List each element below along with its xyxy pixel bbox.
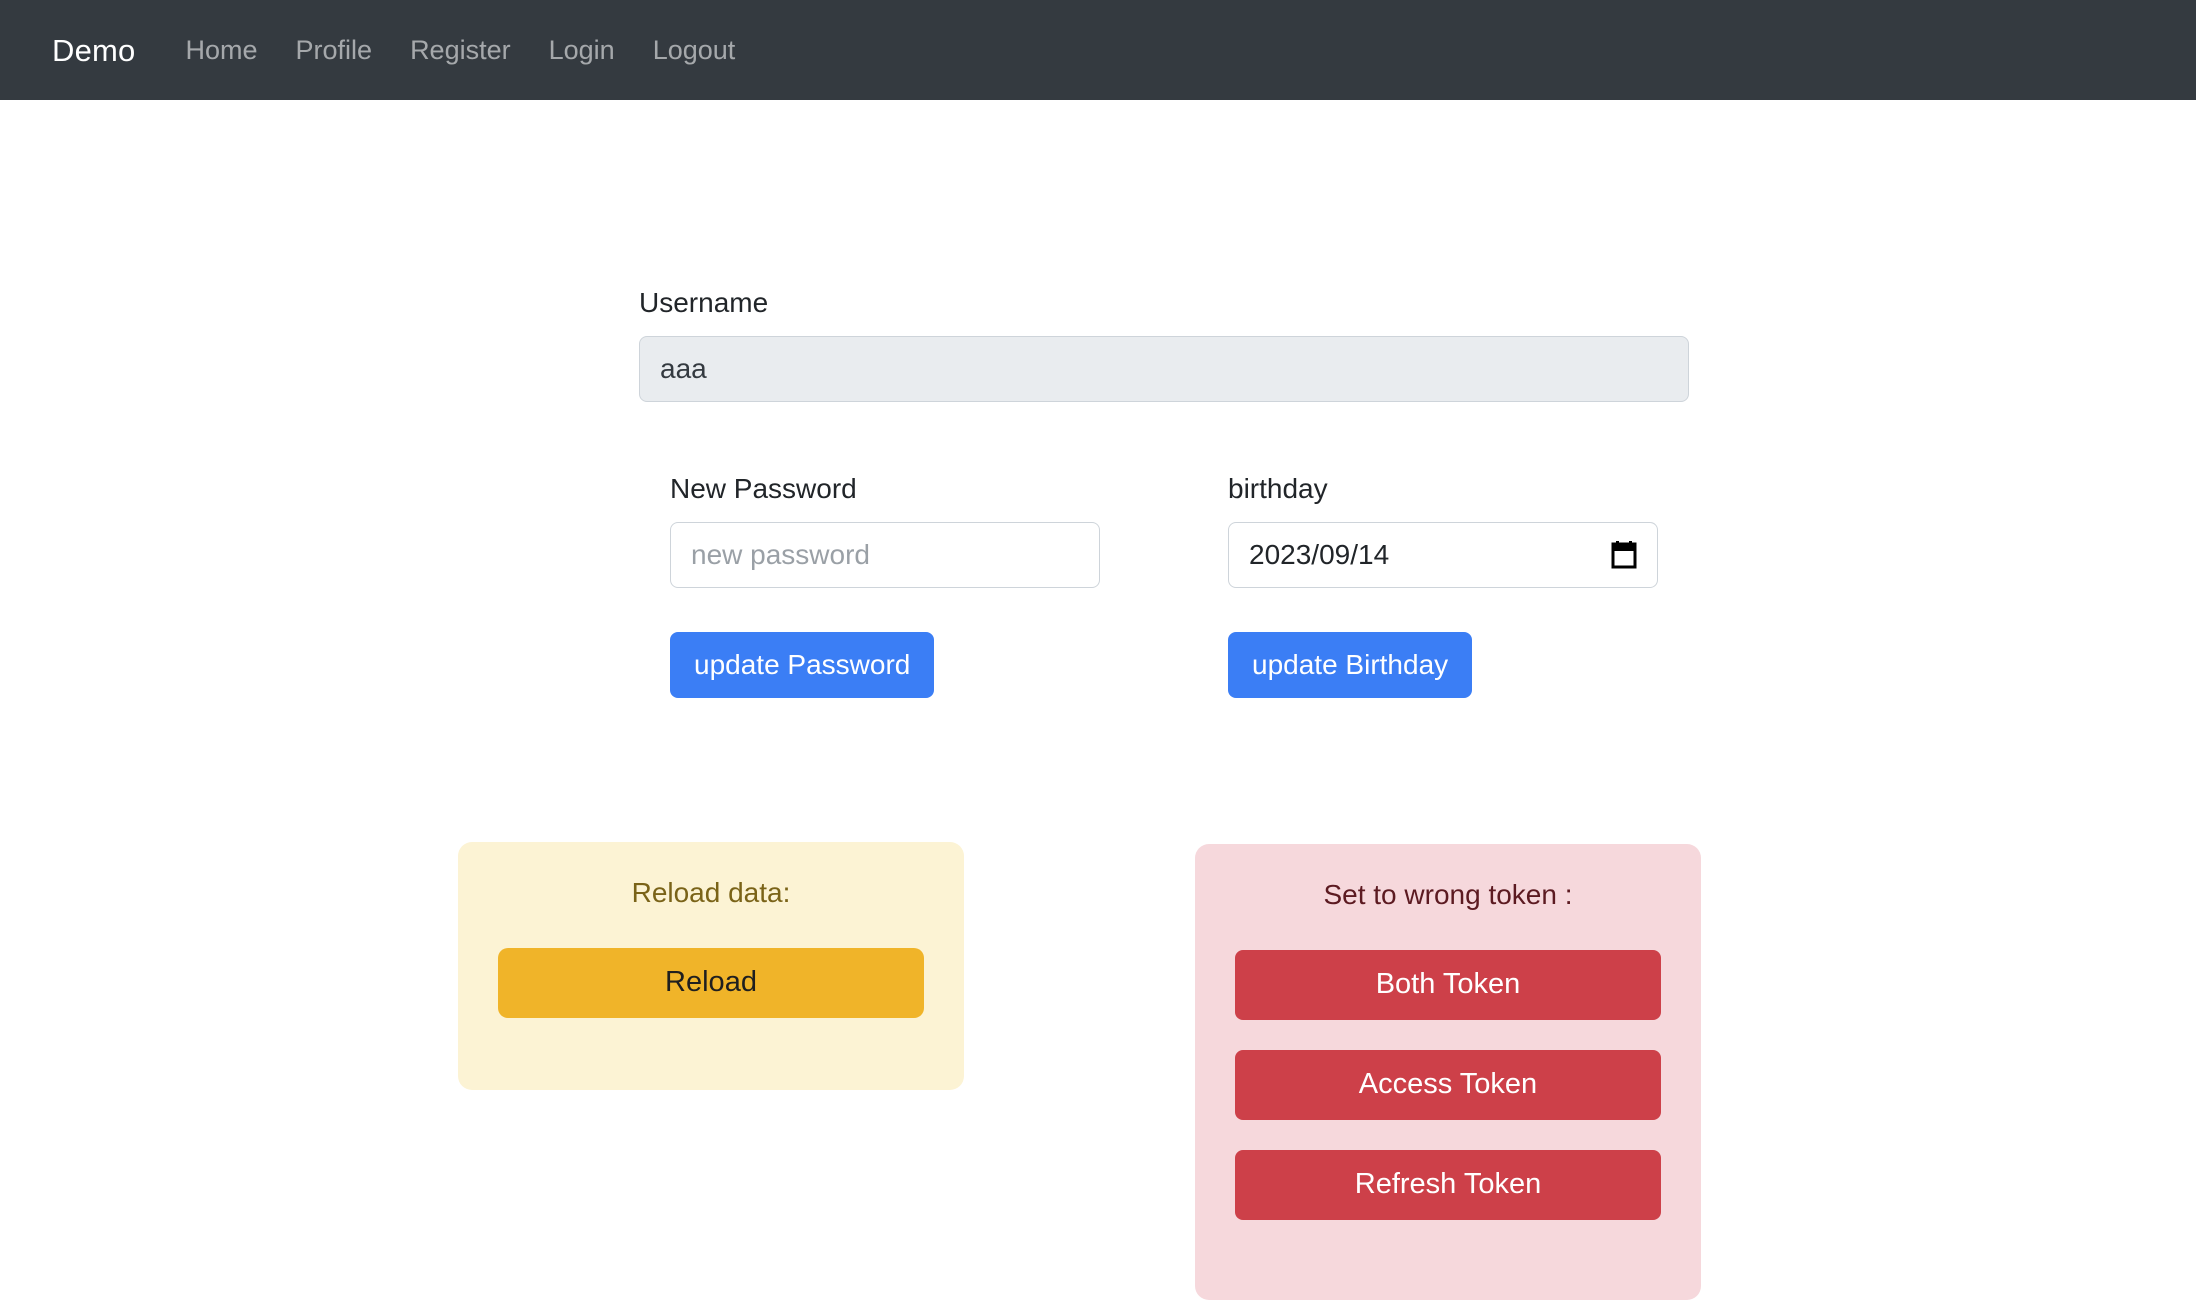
reload-data-panel: Reload data: Reload	[458, 842, 964, 1090]
navbar-brand[interactable]: Demo	[52, 35, 136, 66]
both-token-button[interactable]: Both Token	[1235, 950, 1661, 1020]
username-label: Username	[639, 286, 1689, 320]
update-password-button[interactable]: update Password	[670, 632, 934, 698]
top-navbar: Demo Home Profile Register Login Logout	[0, 0, 2196, 100]
wrong-token-panel-title: Set to wrong token :	[1195, 878, 1701, 912]
birthday-input[interactable]	[1228, 522, 1658, 588]
nav-link-profile[interactable]: Profile	[296, 37, 373, 64]
username-input	[639, 336, 1689, 402]
credentials-row: New Password update Password birthday up…	[670, 472, 1660, 698]
navbar-links: Home Profile Register Login Logout	[186, 37, 736, 64]
password-label: New Password	[670, 472, 1100, 506]
nav-link-logout[interactable]: Logout	[653, 37, 736, 64]
main-content: Username New Password update Password bi…	[0, 100, 2196, 1236]
token-button-group: Both Token Access Token Refresh Token	[1195, 950, 1701, 1220]
password-field-group: New Password update Password	[670, 472, 1100, 698]
nav-link-register[interactable]: Register	[410, 37, 511, 64]
username-field-group: Username	[639, 286, 1689, 402]
reload-button[interactable]: Reload	[498, 948, 924, 1018]
wrong-token-panel: Set to wrong token : Both Token Access T…	[1195, 844, 1701, 1300]
update-birthday-button[interactable]: update Birthday	[1228, 632, 1472, 698]
birthday-label: birthday	[1228, 472, 1658, 506]
birthday-field-group: birthday update Birthday	[1228, 472, 1658, 698]
nav-link-home[interactable]: Home	[186, 37, 258, 64]
refresh-token-button[interactable]: Refresh Token	[1235, 1150, 1661, 1220]
new-password-input[interactable]	[670, 522, 1100, 588]
reload-panel-title: Reload data:	[458, 876, 964, 910]
nav-link-login[interactable]: Login	[549, 37, 615, 64]
birthday-input-wrapper	[1228, 522, 1658, 588]
access-token-button[interactable]: Access Token	[1235, 1050, 1661, 1120]
